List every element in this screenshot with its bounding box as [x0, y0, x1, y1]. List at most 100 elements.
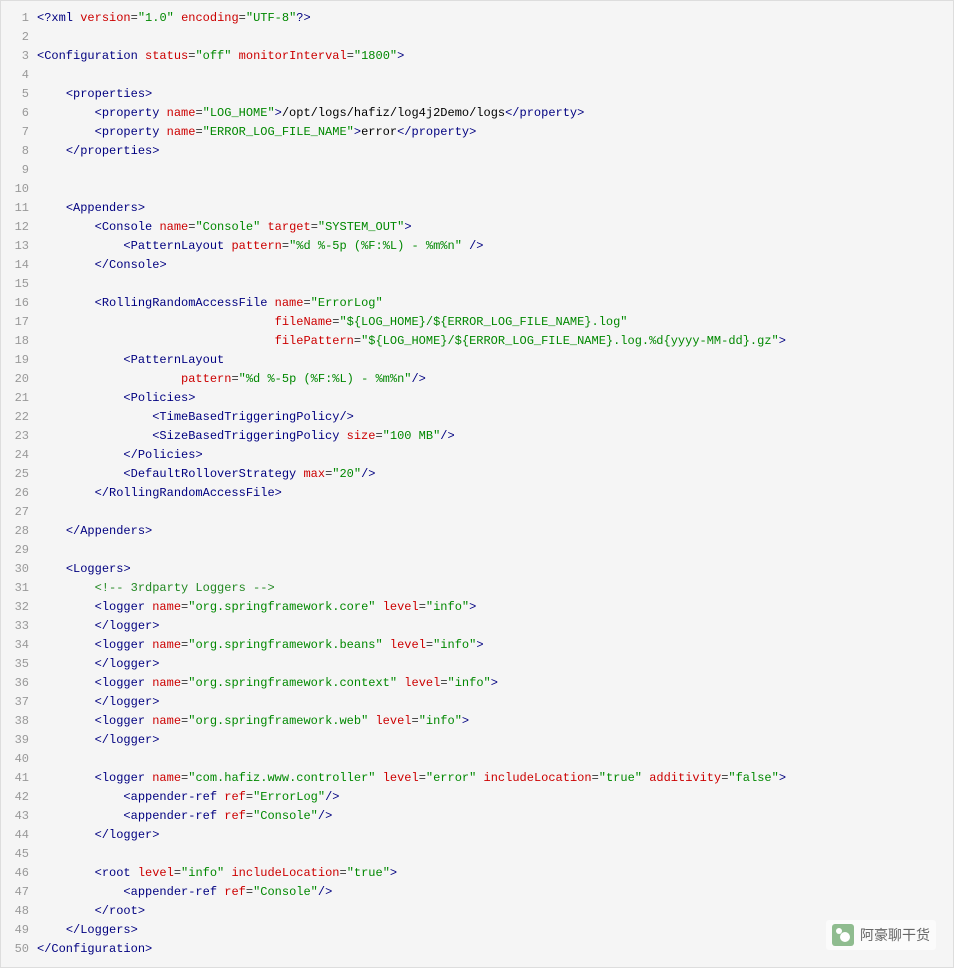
- code-line: 32 <logger name="org.springframework.cor…: [1, 598, 953, 617]
- line-number: 34: [1, 636, 37, 655]
- code-line: 2: [1, 28, 953, 47]
- code-content: [37, 845, 953, 864]
- code-content: <property name="ERROR_LOG_FILE_NAME">err…: [37, 123, 953, 142]
- code-line: 7 <property name="ERROR_LOG_FILE_NAME">e…: [1, 123, 953, 142]
- code-content: <Console name="Console" target="SYSTEM_O…: [37, 218, 953, 237]
- line-number: 44: [1, 826, 37, 845]
- watermark-text: 阿豪聊干货: [860, 925, 930, 945]
- code-line: 27: [1, 503, 953, 522]
- code-content: <property name="LOG_HOME">/opt/logs/hafi…: [37, 104, 953, 123]
- code-content: <appender-ref ref="Console"/>: [37, 883, 953, 902]
- line-number: 16: [1, 294, 37, 313]
- code-content: [37, 28, 953, 47]
- line-number: 21: [1, 389, 37, 408]
- line-number: 9: [1, 161, 37, 180]
- code-content: <RollingRandomAccessFile name="ErrorLog": [37, 294, 953, 313]
- code-content: <logger name="com.hafiz.www.controller" …: [37, 769, 953, 788]
- code-line: 30 <Loggers>: [1, 560, 953, 579]
- code-line: 41 <logger name="com.hafiz.www.controlle…: [1, 769, 953, 788]
- line-number: 13: [1, 237, 37, 256]
- code-line: 13 <PatternLayout pattern="%d %-5p (%F:%…: [1, 237, 953, 256]
- line-number: 2: [1, 28, 37, 47]
- line-number: 31: [1, 579, 37, 598]
- code-content: [37, 541, 953, 560]
- line-number: 46: [1, 864, 37, 883]
- code-content: <appender-ref ref="ErrorLog"/>: [37, 788, 953, 807]
- line-number: 32: [1, 598, 37, 617]
- line-number: 29: [1, 541, 37, 560]
- code-content: <logger name="org.springframework.contex…: [37, 674, 953, 693]
- code-content: <SizeBasedTriggeringPolicy size="100 MB"…: [37, 427, 953, 446]
- line-number: 10: [1, 180, 37, 199]
- line-number: 1: [1, 9, 37, 28]
- code-line: 22 <TimeBasedTriggeringPolicy/>: [1, 408, 953, 427]
- code-line: 11 <Appenders>: [1, 199, 953, 218]
- line-number: 33: [1, 617, 37, 636]
- code-line: 45: [1, 845, 953, 864]
- code-line: 9: [1, 161, 953, 180]
- code-line: 39 </logger>: [1, 731, 953, 750]
- line-number: 35: [1, 655, 37, 674]
- code-content: <!-- 3rdparty Loggers -->: [37, 579, 953, 598]
- line-number: 24: [1, 446, 37, 465]
- line-number: 39: [1, 731, 37, 750]
- code-line: 28 </Appenders>: [1, 522, 953, 541]
- code-content: [37, 275, 953, 294]
- code-line: 37 </logger>: [1, 693, 953, 712]
- line-number: 22: [1, 408, 37, 427]
- code-line: 40: [1, 750, 953, 769]
- code-line: 8 </properties>: [1, 142, 953, 161]
- line-number: 8: [1, 142, 37, 161]
- code-content: [37, 180, 953, 199]
- line-number: 36: [1, 674, 37, 693]
- code-content: <TimeBasedTriggeringPolicy/>: [37, 408, 953, 427]
- code-content: </logger>: [37, 731, 953, 750]
- code-line: 49 </Loggers>: [1, 921, 953, 940]
- line-number: 27: [1, 503, 37, 522]
- line-number: 37: [1, 693, 37, 712]
- code-line: 25 <DefaultRolloverStrategy max="20"/>: [1, 465, 953, 484]
- code-content: pattern="%d %-5p (%F:%L) - %m%n"/>: [37, 370, 953, 389]
- code-content: fileName="${LOG_HOME}/${ERROR_LOG_FILE_N…: [37, 313, 953, 332]
- code-line: 15: [1, 275, 953, 294]
- code-line: 38 <logger name="org.springframework.web…: [1, 712, 953, 731]
- code-line: 24 </Policies>: [1, 446, 953, 465]
- watermark: 阿豪聊干货: [826, 920, 936, 950]
- code-line: 29: [1, 541, 953, 560]
- code-line: 21 <Policies>: [1, 389, 953, 408]
- code-content: <logger name="org.springframework.beans"…: [37, 636, 953, 655]
- line-number: 6: [1, 104, 37, 123]
- code-content: </Appenders>: [37, 522, 953, 541]
- line-number: 3: [1, 47, 37, 66]
- code-line: 14 </Console>: [1, 256, 953, 275]
- line-number: 7: [1, 123, 37, 142]
- code-line: 43 <appender-ref ref="Console"/>: [1, 807, 953, 826]
- code-content: </Console>: [37, 256, 953, 275]
- code-line: 5 <properties>: [1, 85, 953, 104]
- code-content: </Loggers>: [37, 921, 953, 940]
- line-number: 38: [1, 712, 37, 731]
- line-number: 15: [1, 275, 37, 294]
- code-content: <PatternLayout: [37, 351, 953, 370]
- code-content: filePattern="${LOG_HOME}/${ERROR_LOG_FIL…: [37, 332, 953, 351]
- line-number: 45: [1, 845, 37, 864]
- line-number: 19: [1, 351, 37, 370]
- line-number: 50: [1, 940, 37, 959]
- code-line: 35 </logger>: [1, 655, 953, 674]
- code-content: <?xml version="1.0" encoding="UTF-8"?>: [37, 9, 953, 28]
- code-content: <properties>: [37, 85, 953, 104]
- code-content: <logger name="org.springframework.web" l…: [37, 712, 953, 731]
- code-line: 48 </root>: [1, 902, 953, 921]
- code-line: 16 <RollingRandomAccessFile name="ErrorL…: [1, 294, 953, 313]
- line-number: 14: [1, 256, 37, 275]
- code-line: 42 <appender-ref ref="ErrorLog"/>: [1, 788, 953, 807]
- code-content: <Policies>: [37, 389, 953, 408]
- code-content: [37, 161, 953, 180]
- line-number: 40: [1, 750, 37, 769]
- line-number: 12: [1, 218, 37, 237]
- code-content: <root level="info" includeLocation="true…: [37, 864, 953, 883]
- code-content: <PatternLayout pattern="%d %-5p (%F:%L) …: [37, 237, 953, 256]
- line-number: 23: [1, 427, 37, 446]
- line-number: 43: [1, 807, 37, 826]
- code-content: </properties>: [37, 142, 953, 161]
